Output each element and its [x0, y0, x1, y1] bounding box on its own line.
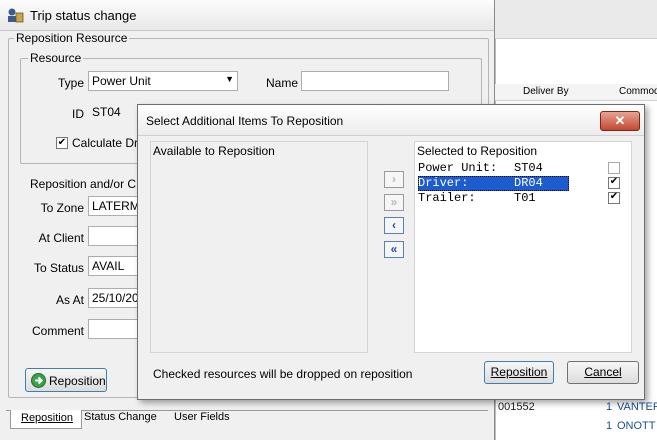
reposition-client-label: Reposition and/or C: [30, 177, 137, 191]
type-select[interactable]: Power Unit ▼: [88, 71, 238, 91]
reposition-resource-label: Reposition Resource: [14, 31, 130, 45]
selected-label: Selected to Reposition: [417, 144, 538, 158]
tab-status-change[interactable]: Status Change: [84, 411, 157, 423]
header-commodity[interactable]: Commodi: [619, 86, 657, 97]
chevron-right-icon: ›: [392, 172, 396, 186]
dialog-title: Select Additional Items To Reposition: [146, 114, 344, 128]
double-chevron-right-icon: »: [390, 195, 398, 209]
to-zone-label: To Zone: [40, 201, 84, 215]
dialog-reposition-button[interactable]: Reposition: [484, 361, 554, 384]
name-field[interactable]: [301, 71, 449, 91]
footer-note: Checked resources will be dropped on rep…: [153, 367, 413, 381]
chevron-down-icon: ▼: [225, 74, 234, 84]
type-select-value: Power Unit: [92, 74, 151, 88]
comment-label: Comment: [31, 324, 84, 338]
double-chevron-left-icon: «: [390, 242, 398, 256]
id-label: ID: [72, 107, 84, 121]
background-row-name: ONOTT: [617, 420, 656, 432]
select-items-dialog: Select Additional Items To Reposition ✕ …: [137, 104, 645, 400]
to-status-select[interactable]: AVAIL: [88, 256, 138, 276]
row-checkbox[interactable]: ✔: [608, 192, 620, 204]
move-right-button[interactable]: ›: [384, 171, 404, 188]
tab-user-fields-label: User Fields: [174, 411, 230, 423]
available-label: Available to Reposition: [153, 144, 275, 158]
type-label: Type: [57, 76, 84, 90]
calculate-label: Calculate Dr: [72, 136, 139, 150]
selected-row-driver[interactable]: Driver: DR04 ✔: [418, 176, 628, 191]
window-titlebar: Trip status change: [0, 0, 494, 31]
calculate-checkbox[interactable]: ✔: [56, 137, 68, 149]
reposition-button[interactable]: Reposition: [25, 368, 107, 392]
at-client-field[interactable]: [88, 226, 138, 246]
cancel-button[interactable]: Cancel: [567, 361, 639, 384]
chevron-left-icon: ‹: [392, 218, 396, 232]
row-code: DR04: [514, 176, 543, 190]
tab-status-change-label: Status Change: [84, 411, 157, 423]
background-grid-header: Deliver By Commodi: [495, 84, 657, 101]
row-type: Driver:: [418, 176, 469, 190]
tab-reposition-label: Reposition: [21, 412, 73, 424]
as-at-label: As At: [55, 293, 84, 307]
move-left-button[interactable]: ‹: [384, 217, 404, 234]
close-icon: ✕: [614, 113, 626, 128]
app-icon: [8, 8, 24, 23]
to-status-label: To Status: [33, 261, 84, 275]
row-code: ST04: [514, 161, 543, 175]
resource-group-label: Resource: [28, 51, 84, 65]
as-at-field[interactable]: 25/10/20: [88, 288, 138, 308]
background-row-name: VANTER: [617, 401, 657, 413]
comment-field[interactable]: [88, 319, 138, 339]
arrow-right-circle-icon: [31, 373, 46, 388]
row-checkbox[interactable]: ✔: [608, 177, 620, 189]
row-type: Power Unit:: [418, 161, 498, 175]
row-checkbox[interactable]: [608, 162, 620, 174]
selected-row-trailer[interactable]: Trailer: T01 ✔: [418, 191, 628, 206]
window-title: Trip status change: [30, 8, 137, 23]
background-row-id: 001552: [498, 401, 535, 413]
selected-row-power-unit[interactable]: Power Unit: ST04: [418, 161, 628, 176]
dialog-titlebar: Select Additional Items To Reposition ✕: [138, 105, 644, 136]
row-type: Trailer:: [418, 191, 476, 205]
tab-user-fields[interactable]: User Fields: [174, 411, 230, 423]
row-code: T01: [514, 191, 536, 205]
background-row-num: 1: [606, 420, 613, 432]
background-toolbar: [495, 0, 657, 39]
move-all-right-button[interactable]: »: [384, 194, 404, 211]
tab-reposition[interactable]: Reposition: [10, 410, 82, 429]
cancel-label: Cancel: [584, 365, 622, 379]
name-label: Name: [265, 76, 298, 90]
background-row-num: 1: [606, 401, 613, 413]
header-deliver-by[interactable]: Deliver By: [523, 86, 569, 97]
at-client-label: At Client: [38, 231, 84, 245]
move-all-left-button[interactable]: «: [384, 241, 404, 258]
reposition-button-label: Reposition: [49, 374, 106, 388]
close-button[interactable]: ✕: [600, 111, 640, 131]
available-list[interactable]: [150, 141, 368, 353]
to-zone-field[interactable]: LATERM: [88, 196, 138, 216]
dialog-reposition-label: Reposition: [490, 365, 548, 379]
